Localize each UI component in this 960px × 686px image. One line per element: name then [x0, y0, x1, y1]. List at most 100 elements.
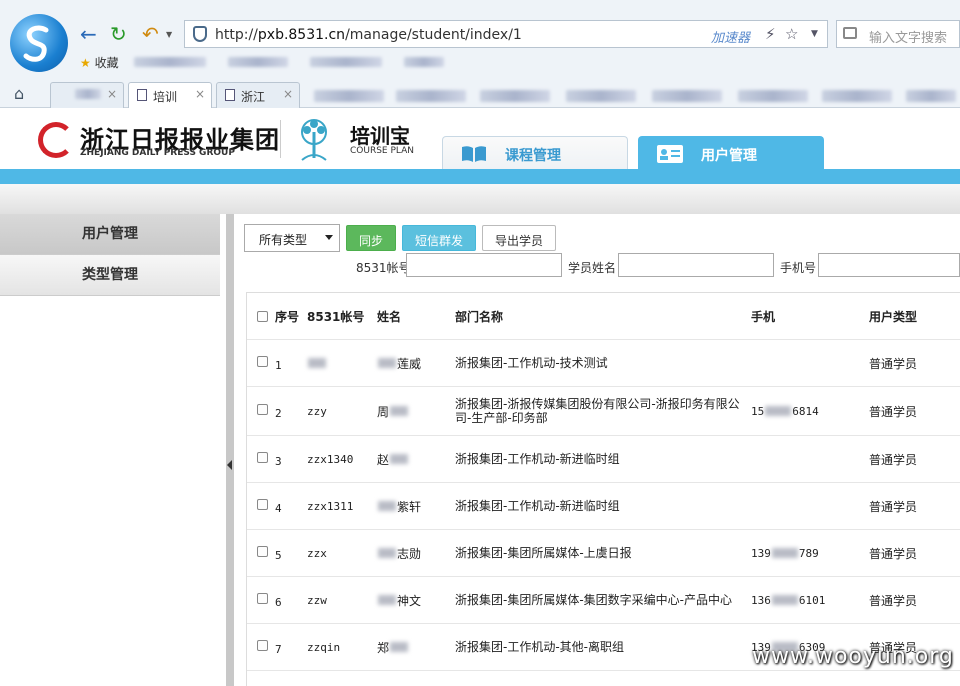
row-select-cell — [257, 387, 268, 435]
table-row[interactable]: 3 zzx1340 赵 浙报集团-工作机动-新进临时组 普通学员 — [247, 436, 960, 483]
close-icon[interactable]: × — [195, 87, 205, 101]
home-icon[interactable]: ⌂ — [14, 84, 24, 103]
dept-text: 浙报集团-工作机动-新进临时组 — [455, 499, 620, 513]
favorite-link[interactable] — [228, 57, 289, 67]
row-select-cell — [257, 483, 268, 529]
dept-text: 浙报集团-工作机动-新进临时组 — [455, 452, 620, 466]
browser-tab[interactable] — [314, 90, 384, 102]
search-placeholder: 输入文字搜索 — [869, 31, 948, 46]
phone-filter-label: 手机号 — [780, 261, 817, 275]
row-dept: 浙报集团-工作机动-新进临时组 — [455, 436, 620, 482]
export-students-button[interactable]: 导出学员 — [482, 225, 556, 251]
sidebar-item-type-management[interactable]: 类型管理 — [0, 255, 220, 296]
sync-button[interactable]: 同步 — [346, 225, 396, 251]
row-name: 莲威 — [377, 340, 421, 386]
tab-title: 培训 — [153, 90, 178, 104]
table-row[interactable]: 4 zzx1311 紫轩 浙报集团-工作机动-新进临时组 普通学员 — [247, 483, 960, 530]
lightning-icon[interactable]: ⚡ — [765, 25, 776, 43]
dropdown-icon[interactable]: ▼ — [811, 29, 818, 39]
refresh-icon[interactable]: ↻ — [110, 22, 127, 46]
accent-bar — [0, 169, 960, 184]
close-icon[interactable]: × — [107, 87, 117, 101]
row-type: 普通学员 — [869, 452, 918, 467]
search-box[interactable]: 输入文字搜索 — [836, 20, 960, 48]
row-name: 紫轩 — [377, 483, 421, 529]
name-filter-input[interactable] — [618, 253, 774, 277]
accelerator-label[interactable]: 加速器 — [711, 27, 750, 46]
row-checkbox[interactable] — [257, 640, 268, 651]
name-prefix: 周 — [377, 404, 390, 419]
sidebar-collapse-handle[interactable] — [226, 214, 234, 686]
browser-tab[interactable] — [906, 90, 956, 102]
browser-tab-active[interactable]: 培训 × — [128, 82, 212, 108]
back-arrow-icon[interactable]: ← — [80, 22, 97, 46]
favorite-link[interactable] — [134, 57, 207, 67]
row-checkbox[interactable] — [257, 546, 268, 557]
row-dept: 浙报集团-集团所属媒体-集团数字采编中心-产品中心 — [455, 577, 732, 623]
name-text: 神文 — [397, 593, 422, 608]
url-text[interactable]: http://pxb.8531.cn/manage/student/index/… — [215, 27, 522, 43]
row-name: 志勋 — [377, 530, 421, 576]
table-row[interactable]: 1 莲威 浙报集团-工作机动-技术测试 普通学员 — [247, 340, 960, 387]
row-select-cell — [257, 340, 268, 386]
close-icon[interactable]: × — [283, 87, 293, 101]
redacted-text — [378, 358, 396, 368]
press-group-logo-icon — [38, 122, 74, 158]
row-checkbox[interactable] — [257, 356, 268, 367]
sidebar-item-user-management[interactable]: 用户管理 — [0, 214, 220, 255]
dept-text: 浙报集团-集团所属媒体-上虞日报 — [455, 546, 632, 560]
page-icon — [137, 89, 147, 101]
browser-tab[interactable]: × — [50, 82, 124, 108]
redacted-text — [390, 642, 409, 652]
table-row[interactable]: 5 zzx 志勋 浙报集团-集团所属媒体-上虞日报 139 789 普通学员 — [247, 530, 960, 577]
watermark: www.wooyun.org — [752, 644, 954, 669]
dept-text: 浙报集团-集团所属媒体-集团数字采编中心-产品中心 — [455, 593, 732, 607]
browser-tab[interactable] — [652, 90, 722, 102]
browser-tab[interactable] — [396, 90, 466, 102]
row-phone: 15 6814 — [751, 387, 819, 435]
browser-tab[interactable] — [738, 90, 808, 102]
row-type: 普通学员 — [869, 356, 918, 371]
account-filter-input[interactable] — [406, 253, 562, 277]
product-name-en: COURSE PLAN — [350, 146, 415, 156]
table-row[interactable]: 6 zzw 神文 浙报集团-集团所属媒体-集团数字采编中心-产品中心 136 61… — [247, 577, 960, 624]
row-checkbox[interactable] — [257, 499, 268, 510]
select-all-checkbox[interactable] — [257, 310, 268, 322]
table-row[interactable]: 2 zzy 周 浙报集团-浙报传媒集团股份有限公司-浙报印务有限公 司-生产部-印… — [247, 387, 960, 436]
type-select[interactable]: 所有类型 — [244, 224, 340, 252]
favorite-link[interactable] — [310, 57, 383, 67]
collapse-arrow-icon[interactable] — [227, 460, 232, 470]
dept-text-cont: 司-生产部-印务部 — [455, 411, 548, 425]
row-select-cell — [257, 577, 268, 623]
select-all-cell — [257, 293, 268, 339]
address-bar[interactable]: http://pxb.8531.cn/manage/student/index/… — [184, 20, 828, 48]
browser-tab[interactable] — [822, 90, 892, 102]
row-no: 5 — [275, 548, 282, 562]
sidebar: 用户管理 类型管理 — [0, 214, 220, 686]
browser-tab[interactable]: 浙江 × — [216, 82, 300, 108]
row-checkbox[interactable] — [257, 593, 268, 604]
row-checkbox[interactable] — [257, 452, 268, 463]
row-select-cell — [257, 624, 268, 670]
header-type: 用户类型 — [869, 309, 918, 324]
product-name: 培训宝 — [350, 124, 410, 148]
favorite-link[interactable] — [403, 57, 444, 67]
row-type: 普通学员 — [869, 404, 918, 419]
tab-course-management[interactable]: 课程管理 — [442, 136, 628, 170]
url-path: /manage/student/index/1 — [345, 27, 522, 43]
favorites-label[interactable]: 收藏 — [95, 56, 119, 70]
phone-end: 6101 — [798, 593, 826, 607]
phone-filter-input[interactable] — [818, 253, 960, 277]
undo-dropdown-icon[interactable]: ▼ — [166, 30, 172, 39]
account-text: zzw — [307, 593, 327, 607]
undo-icon[interactable]: ↶ — [142, 22, 159, 46]
browser-tab[interactable] — [480, 90, 550, 102]
sms-broadcast-button[interactable]: 短信群发 — [402, 225, 476, 251]
browser-chrome: ← ↻ ↶ ▼ http://pxb.8531.cn/manage/studen… — [0, 0, 960, 108]
row-no: 2 — [275, 406, 282, 420]
tab-user-management[interactable]: 用户管理 — [638, 136, 824, 170]
tree-logo-icon — [301, 119, 327, 161]
star-icon[interactable]: ☆ — [785, 25, 798, 43]
row-checkbox[interactable] — [257, 404, 268, 415]
browser-tab[interactable] — [566, 90, 636, 102]
